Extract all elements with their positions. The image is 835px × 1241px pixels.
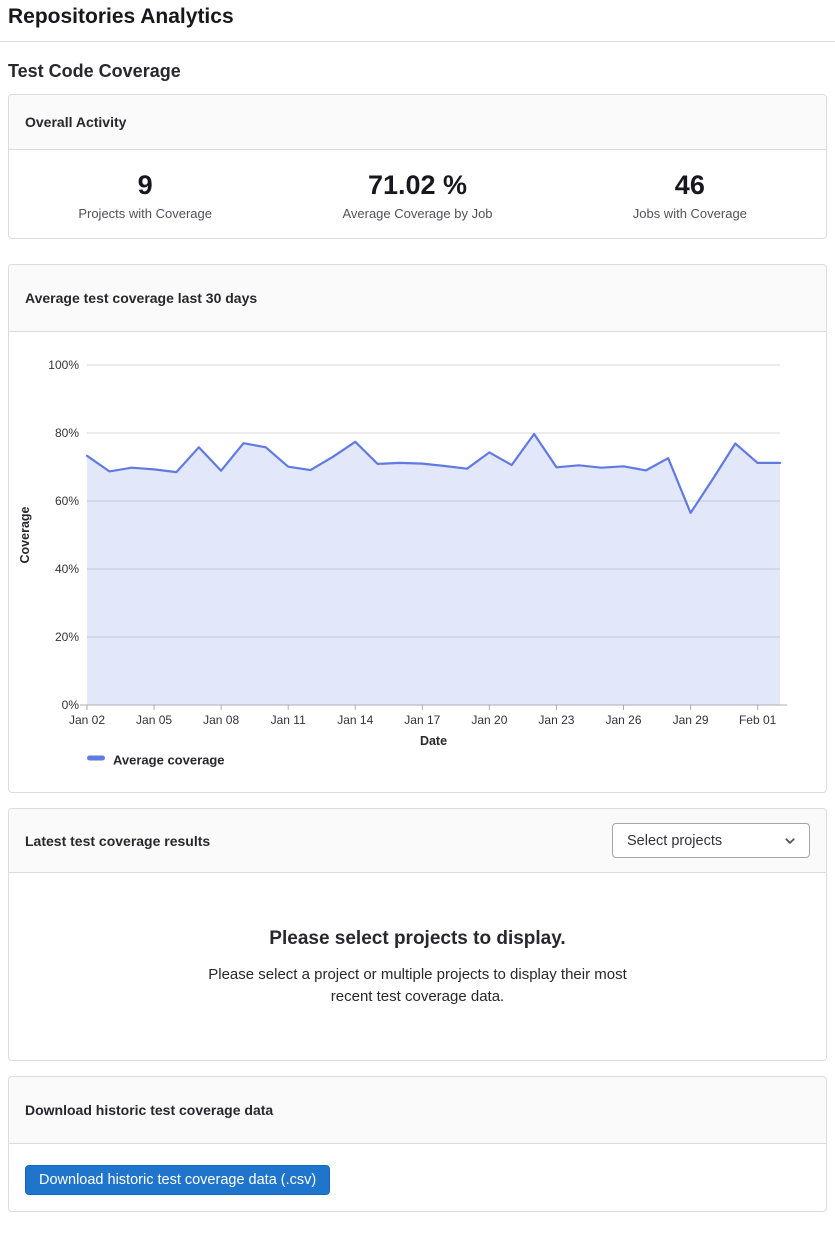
stat-average-coverage-by-job: 71.02 % Average Coverage by Job [281,170,553,222]
stat-label: Average Coverage by Job [281,206,553,222]
y-axis-tick-label: 100% [48,358,79,372]
section-title: Test Code Coverage [8,59,827,83]
y-axis-tick-label: 0% [62,698,80,712]
download-card-body: Download historic test coverage data (.c… [9,1144,826,1211]
stat-label: Jobs with Coverage [554,206,826,222]
select-projects-label: Select projects [627,833,722,849]
x-axis-tick-label: Feb 01 [739,713,777,727]
stat-value: 9 [9,170,281,201]
x-axis-tick-label: Jan 17 [404,713,440,727]
x-axis-tick-label: Jan 20 [471,713,507,727]
latest-results-card: Latest test coverage results Select proj… [8,808,827,1061]
stat-jobs-with-coverage: 46 Jobs with Coverage [554,170,826,222]
empty-state-heading: Please select projects to display. [25,927,810,951]
coverage-chart-header: Average test coverage last 30 days [9,265,826,332]
stat-projects-with-coverage: 9 Projects with Coverage [9,170,281,222]
stat-value: 71.02 % [281,170,553,201]
x-axis-tick-label: Jan 29 [673,713,709,727]
x-axis-tick-label: Jan 23 [538,713,574,727]
coverage-chart: 0% 20% 40% 60% 80% 100% Jan 02 Jan 05 Jan 08 Jan … [9,332,826,792]
x-axis-tick-label: Jan 02 [69,713,105,727]
x-axis-tick-label: Jan 26 [606,713,642,727]
y-axis-tick-label: 20% [55,630,79,644]
y-axis-tick-label: 40% [55,562,79,576]
coverage-chart-card: Average test coverage last 30 days 0% 20%… [8,264,827,793]
overall-activity-header: Overall Activity [9,95,826,150]
empty-state: Please select projects to display. Pleas… [9,873,826,1060]
x-axis-title: Date [420,734,447,748]
y-axis-tick-label: 60% [55,494,79,508]
coverage-chart-body: 0% 20% 40% 60% 80% 100% Jan 02 Jan 05 Jan 08 Jan … [9,332,826,792]
overall-activity-stats: 9 Projects with Coverage 71.02 % Average… [9,150,826,238]
download-csv-button[interactable]: Download historic test coverage data (.c… [25,1165,330,1195]
stat-value: 46 [554,170,826,201]
x-axis-tick-label: Jan 08 [203,713,239,727]
page-header: Repositories Analytics [0,0,835,42]
x-axis-tick-label: Jan 05 [136,713,172,727]
latest-results-header: Latest test coverage results Select proj… [9,809,826,873]
chevron-down-icon [783,834,797,848]
x-axis-tick-label: Jan 14 [337,713,373,727]
select-projects-dropdown[interactable]: Select projects [612,823,810,858]
page-title: Repositories Analytics [8,4,827,30]
latest-results-title: Latest test coverage results [25,832,210,850]
y-axis-title: Coverage [18,506,32,563]
legend-swatch [87,756,105,761]
x-axis-tick-label: Jan 11 [271,713,306,727]
stat-label: Projects with Coverage [9,206,281,222]
y-axis-tick-label: 80% [55,426,79,440]
legend-label: Average coverage [113,753,225,768]
overall-activity-card: Overall Activity 9 Projects with Coverag… [8,94,827,239]
download-card-header: Download historic test coverage data [9,1077,826,1144]
content: Test Code Coverage Overall Activity 9 Pr… [0,59,835,1241]
empty-state-description: Please select a project or multiple proj… [195,964,640,1008]
download-card: Download historic test coverage data Dow… [8,1076,827,1212]
